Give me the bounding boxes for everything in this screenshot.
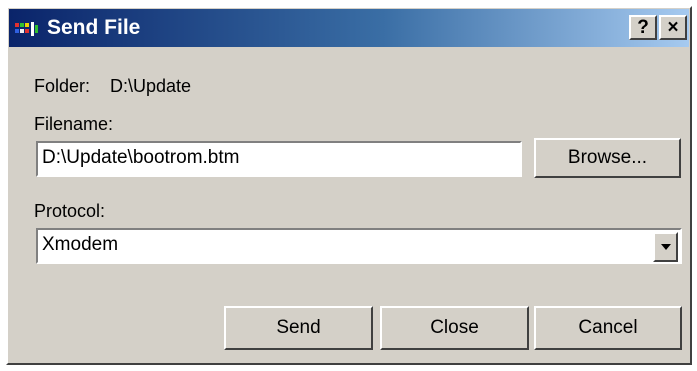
protocol-label: Protocol: [34,201,106,221]
send-button[interactable]: Send [224,306,373,350]
browse-label: Browse... [567,147,648,168]
cancel-label: Cancel [578,317,638,338]
help-button[interactable]: ? [629,15,657,40]
send-label: Send [276,317,321,338]
question-icon: ? [637,17,649,38]
filename-value: D:\Update\bootrom.btm [42,147,240,168]
close-button[interactable]: Close [380,306,529,350]
folder-label: Folder: [34,76,91,96]
window-title: Send File [47,16,141,39]
protocol-dropdown-button[interactable] [653,232,678,262]
title-bar[interactable]: Send File ? × [9,9,689,47]
filename-input[interactable]: D:\Update\bootrom.btm [36,141,522,177]
close-icon: × [667,17,679,38]
browse-button[interactable]: Browse... [534,138,681,178]
close-label: Close [430,317,479,338]
protocol-value: Xmodem [42,234,119,255]
send-file-dialog: Send File ? × Folder: D:\Update Filename… [6,6,692,365]
folder-value: D:\Update [110,76,192,96]
cancel-button[interactable]: Cancel [534,306,682,350]
close-window-button[interactable]: × [659,15,687,40]
protocol-select[interactable]: Xmodem [36,228,682,264]
chevron-down-icon [661,244,671,250]
filename-label: Filename: [34,114,114,134]
terminal-app-icon [15,22,38,36]
